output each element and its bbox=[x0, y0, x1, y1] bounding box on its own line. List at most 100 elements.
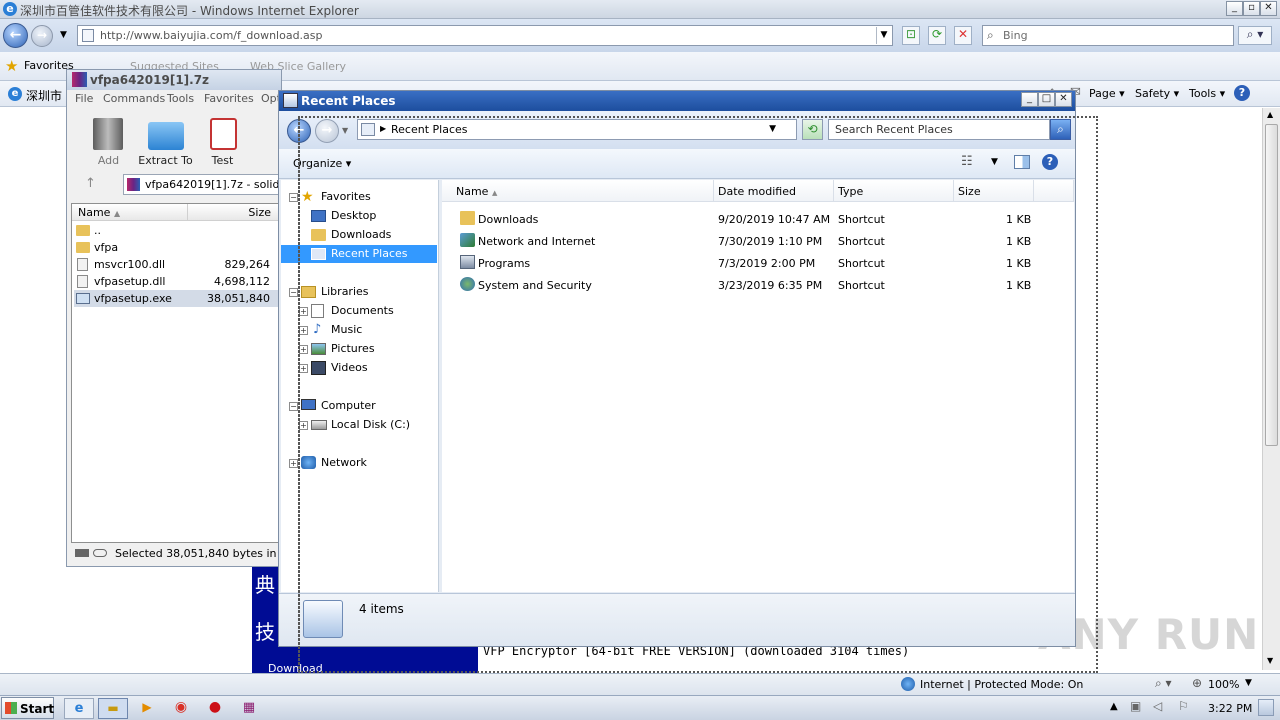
ie-logo-icon: e bbox=[3, 2, 17, 16]
exe-file-icon bbox=[76, 293, 90, 304]
explorer-minimize-button[interactable]: _ bbox=[1021, 92, 1038, 107]
help-icon[interactable]: ? bbox=[1234, 85, 1250, 101]
taskbar-explorer-icon[interactable]: ▬ bbox=[98, 698, 128, 719]
item-name: vfpasetup.exe bbox=[94, 292, 172, 305]
scroll-down-arrow-icon[interactable]: ▼ bbox=[1267, 656, 1273, 665]
ie-tab-label[interactable]: 深圳市 bbox=[26, 87, 62, 104]
menu-commands[interactable]: Commands bbox=[103, 92, 165, 105]
col-header-name[interactable]: Name ▲ bbox=[72, 204, 188, 221]
tray-clock[interactable]: 3:22 PM bbox=[1208, 702, 1252, 715]
page-char-1: 典 bbox=[255, 573, 275, 597]
dll-file-icon bbox=[77, 275, 88, 288]
ie-address-bar[interactable]: http://www.baiyujia.com/f_download.asp ▼ bbox=[77, 25, 893, 46]
taskbar-media-player-icon[interactable]: ▶ bbox=[132, 698, 162, 719]
taskbar-chrome-icon[interactable]: ◉ bbox=[166, 698, 196, 719]
taskbar-ie-icon[interactable]: e bbox=[64, 698, 94, 719]
drag-outline bbox=[296, 118, 300, 672]
scroll-up-arrow-icon[interactable]: ▲ bbox=[1267, 110, 1273, 119]
start-label: Start bbox=[20, 702, 55, 716]
tray-show-hidden-icon[interactable]: ▲ bbox=[1110, 701, 1118, 712]
archive-path-field[interactable]: vfpa642019[1].7z - solid 7- bbox=[123, 174, 283, 195]
tray-volume-icon[interactable]: ◁ bbox=[1153, 699, 1162, 713]
list-item[interactable]: vfpasetup.dll 4,698,112 bbox=[74, 273, 278, 290]
page-menu[interactable]: Page ▾ bbox=[1089, 87, 1125, 100]
archive-file-list[interactable]: Name ▲ Size .. vfpa msvcr100.dll 829,264… bbox=[71, 203, 280, 543]
list-item[interactable]: vfpa bbox=[74, 239, 278, 256]
ie-forward-button[interactable]: → bbox=[31, 25, 53, 47]
favorites-star-icon[interactable]: ★ bbox=[5, 57, 18, 75]
taskbar-opera-icon[interactable]: ● bbox=[200, 698, 230, 719]
item-size: 829,264 bbox=[224, 258, 271, 271]
item-name: vfpa bbox=[94, 241, 119, 254]
stop-icon[interactable]: ✕ bbox=[954, 26, 972, 45]
ie-search-button[interactable]: ⌕ ▾ bbox=[1238, 26, 1272, 45]
tray-flag-icon[interactable]: ⚐ bbox=[1178, 699, 1189, 713]
tools-menu[interactable]: Tools ▾ bbox=[1189, 87, 1225, 100]
ie-tab-icon: e bbox=[8, 87, 22, 101]
test-clipboard-icon bbox=[210, 118, 237, 150]
ie-minimize-button[interactable]: _ bbox=[1226, 1, 1243, 16]
menu-tools[interactable]: Tools bbox=[167, 92, 194, 105]
ie-search-box[interactable]: ⌕ Bing bbox=[982, 25, 1234, 46]
taskbar-winrar-icon[interactable]: ▦ bbox=[234, 698, 264, 719]
zoom-level[interactable]: 100% bbox=[1208, 678, 1239, 691]
explorer-title-bar: Recent Places _ □ ✕ bbox=[279, 91, 1075, 111]
ie-back-button[interactable]: ← bbox=[3, 23, 28, 48]
menu-favorites[interactable]: Favorites bbox=[204, 92, 254, 105]
windows-logo-icon bbox=[5, 702, 17, 714]
list-item[interactable]: msvcr100.dll 829,264 bbox=[74, 256, 278, 273]
start-button[interactable]: Start bbox=[1, 697, 54, 719]
recent-places-icon bbox=[283, 93, 298, 108]
ie-history-dropdown-icon[interactable]: ▼ bbox=[60, 30, 67, 40]
zoom-icon[interactable]: ⊕ bbox=[1192, 676, 1202, 690]
page-char-2: 技 bbox=[255, 620, 275, 644]
ie-restore-button[interactable]: ▫ bbox=[1243, 1, 1260, 16]
archive-file-icon bbox=[127, 178, 140, 191]
ie-vertical-scrollbar[interactable]: ▲ ▼ bbox=[1262, 108, 1280, 670]
archive-menu-bar: File Commands Tools Favorites Opt bbox=[67, 90, 281, 108]
list-item-selected[interactable]: vfpasetup.exe 38,051,840 bbox=[74, 290, 278, 307]
item-name: msvcr100.dll bbox=[94, 258, 166, 271]
ie-title-bar: e 深圳市百管佳软件技术有限公司 - Windows Internet Expl… bbox=[0, 0, 1280, 19]
menu-file[interactable]: File bbox=[75, 92, 93, 105]
up-folder-icon[interactable]: ↑ bbox=[85, 176, 96, 191]
archive-status-bar: Selected 38,051,840 bytes in 1 fil bbox=[69, 544, 300, 564]
ie-status-bar: Internet | Protected Mode: On ⌕ ▾ ⊕ 100%… bbox=[0, 673, 1280, 695]
explorer-close-button[interactable]: ✕ bbox=[1055, 92, 1072, 107]
folder-icon bbox=[76, 225, 90, 236]
taskbar: Start e ▬ ▶ ◉ ● ▦ ▲ ▣ ◁ ⚐ 3:22 PM bbox=[0, 695, 1280, 720]
internet-zone-icon bbox=[901, 677, 915, 691]
disk-icon bbox=[75, 549, 89, 557]
archive-path-bar: ↑ vfpa642019[1].7z - solid 7- bbox=[73, 174, 283, 196]
folder-icon bbox=[76, 242, 90, 253]
bing-search-icon: ⌕ bbox=[987, 28, 994, 42]
item-name: .. bbox=[94, 224, 101, 237]
explorer-maximize-button[interactable]: □ bbox=[1038, 92, 1055, 107]
ie-close-button[interactable]: ✕ bbox=[1260, 1, 1277, 16]
archive-title-bar: vfpa642019[1].7z bbox=[67, 70, 281, 90]
drag-outline bbox=[298, 116, 1098, 673]
dll-file-icon bbox=[77, 258, 88, 271]
add-archive-icon bbox=[93, 118, 123, 150]
col-header-size[interactable]: Size bbox=[188, 204, 280, 221]
list-item[interactable]: .. bbox=[74, 222, 278, 239]
archive-window-title: vfpa642019[1].7z bbox=[90, 73, 210, 87]
address-dropdown-icon[interactable]: ▼ bbox=[876, 27, 891, 44]
compatibility-view-icon[interactable]: ⊡ bbox=[902, 26, 920, 45]
ie-address-text: http://www.baiyujia.com/f_download.asp bbox=[100, 29, 323, 42]
folder-icon bbox=[148, 122, 184, 150]
tray-network-icon[interactable]: ▣ bbox=[1130, 699, 1141, 713]
ie-window-title: 深圳市百管佳软件技术有限公司 - Windows Internet Explor… bbox=[20, 4, 359, 18]
zoom-dropdown-icon[interactable]: ▼ bbox=[1245, 678, 1252, 688]
refresh-icon[interactable]: ⟳ bbox=[928, 26, 946, 45]
item-size: 38,051,840 bbox=[207, 292, 270, 305]
safety-menu[interactable]: Safety ▾ bbox=[1135, 87, 1179, 100]
security-icon[interactable]: ⌕ ▾ bbox=[1155, 676, 1172, 691]
scroll-thumb[interactable] bbox=[1265, 124, 1278, 446]
page-icon bbox=[82, 29, 94, 42]
show-desktop-button[interactable] bbox=[1258, 699, 1274, 716]
ie-search-placeholder: Bing bbox=[1003, 29, 1028, 42]
item-size: 4,698,112 bbox=[214, 275, 270, 288]
explorer-window-title: Recent Places bbox=[301, 94, 396, 108]
item-name: vfpasetup.dll bbox=[94, 275, 166, 288]
